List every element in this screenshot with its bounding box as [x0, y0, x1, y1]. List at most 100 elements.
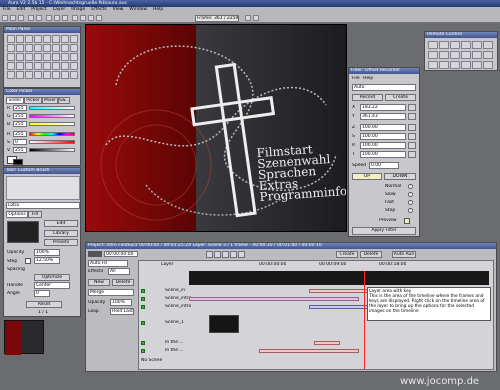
opacity-field[interactable]: 100%: [34, 249, 60, 256]
tab-mixer[interactable]: Mixer: [42, 97, 58, 104]
tool-icon[interactable]: [7, 53, 15, 61]
field-y-arrow-icon[interactable]: [408, 113, 416, 120]
field-s[interactable]: 100.00: [360, 133, 406, 140]
navigator-thumbnail[interactable]: [4, 320, 44, 355]
brush-select[interactable]: Lotia: [6, 202, 80, 209]
remote-control-icon[interactable]: [461, 61, 471, 69]
library-button[interactable]: Library: [44, 230, 78, 237]
remote-control-icon[interactable]: [450, 51, 460, 59]
remote-control-icon[interactable]: [483, 51, 493, 59]
tab-swatches[interactable]: Sw...: [58, 97, 70, 104]
delete-key-button[interactable]: Delete: [360, 251, 382, 258]
field-t[interactable]: 100.00: [360, 151, 406, 158]
layer-name[interactable]: No Scene: [141, 358, 162, 363]
tool-icon[interactable]: [34, 35, 42, 43]
tool-icon[interactable]: [70, 44, 78, 52]
tool-icon[interactable]: [34, 71, 42, 79]
channel-b-slider[interactable]: [29, 122, 75, 126]
tool-icon[interactable]: [34, 62, 42, 70]
paste-icon[interactable]: [62, 15, 68, 21]
filter-menu-file[interactable]: File: [352, 76, 360, 81]
timecode-field[interactable]: 00:00:00:00: [104, 251, 138, 257]
tool-icon[interactable]: [43, 71, 51, 79]
first-frame-icon[interactable]: [72, 15, 78, 21]
field-x-arrow-icon[interactable]: [408, 104, 416, 111]
layer-track-area[interactable]: Layer 00:00:00:00 00:00:09:00 00:00:18:0…: [138, 260, 494, 370]
layer-clip[interactable]: [259, 349, 359, 353]
channel-b-value[interactable]: 255: [13, 121, 27, 127]
remote-control-icon[interactable]: [450, 61, 460, 69]
tool-icon[interactable]: [70, 62, 78, 70]
tool-icon[interactable]: [70, 71, 78, 79]
channel-h-value[interactable]: 255: [13, 131, 27, 137]
tab-options[interactable]: Options: [6, 211, 28, 218]
step-field[interactable]: 12.50%: [34, 257, 60, 264]
tl-play-icon[interactable]: [222, 251, 229, 258]
tab-slider[interactable]: Slider: [6, 97, 24, 104]
layer-clip[interactable]: [189, 297, 359, 301]
tool-icon[interactable]: [52, 35, 60, 43]
tl-opacity-field[interactable]: 100%: [110, 299, 132, 306]
stop-radio[interactable]: [408, 208, 413, 213]
layer-visibility-icon[interactable]: [141, 305, 145, 309]
filter-mode-select[interactable]: Auto: [352, 84, 416, 91]
tool-icon[interactable]: [43, 53, 51, 61]
playhead[interactable]: [364, 271, 365, 369]
new-icon[interactable]: [2, 15, 8, 21]
channel-r-slider[interactable]: [29, 106, 75, 110]
field-r-arrow-icon[interactable]: [408, 142, 416, 149]
channel-v-value[interactable]: 255: [13, 147, 27, 153]
save-icon[interactable]: [18, 15, 24, 21]
tool-icon[interactable]: [70, 35, 78, 43]
field-y[interactable]: 361.43: [360, 113, 406, 120]
channel-r-value[interactable]: 255: [13, 105, 27, 111]
tool-icon[interactable]: [7, 71, 15, 79]
tool-icon[interactable]: [52, 62, 60, 70]
tool-icon[interactable]: [25, 62, 33, 70]
channel-v-slider[interactable]: [29, 148, 75, 152]
open-icon[interactable]: [10, 15, 16, 21]
tool-icon[interactable]: [16, 62, 24, 70]
auto-run-button[interactable]: Auto Run: [392, 251, 416, 258]
remote-control-icon[interactable]: [461, 51, 471, 59]
delete-layer-button[interactable]: Delete: [112, 279, 134, 286]
tool-icon[interactable]: [7, 62, 15, 70]
angle-field[interactable]: 0: [34, 290, 50, 297]
field-z-arrow-icon[interactable]: [408, 124, 416, 131]
tool-icon[interactable]: [61, 35, 69, 43]
tool-icon[interactable]: [16, 44, 24, 52]
undo-icon[interactable]: [28, 15, 34, 21]
speed-field[interactable]: 0.00: [369, 162, 399, 169]
handle-select[interactable]: Center: [34, 282, 70, 289]
create-button[interactable]: Create: [385, 94, 416, 101]
tl-next-icon[interactable]: [230, 251, 237, 258]
remote-control-icon[interactable]: [483, 41, 493, 49]
remote-control-icon[interactable]: [450, 41, 460, 49]
apply-filter-button[interactable]: Apply Filter: [352, 227, 416, 235]
field-s-arrow-icon[interactable]: [408, 133, 416, 140]
tab-fill[interactable]: Fill: [28, 211, 42, 218]
redo-icon[interactable]: [36, 15, 42, 21]
tool-icon[interactable]: [34, 53, 42, 61]
play-icon[interactable]: [80, 15, 86, 21]
tool-icon[interactable]: [43, 62, 51, 70]
layer-clip[interactable]: [309, 305, 369, 309]
stop-icon[interactable]: [88, 15, 94, 21]
layer-visibility-icon[interactable]: [141, 349, 145, 353]
channel-g-slider[interactable]: [29, 114, 75, 118]
layer-clip[interactable]: [314, 341, 340, 345]
tool-icon[interactable]: [52, 44, 60, 52]
last-frame-icon[interactable]: [96, 15, 102, 21]
remote-control-icon[interactable]: [428, 41, 438, 49]
field-x[interactable]: 183.22: [360, 104, 406, 111]
tool-icon[interactable]: [70, 53, 78, 61]
tool-icon[interactable]: [25, 44, 33, 52]
remote-control-icon[interactable]: [428, 61, 438, 69]
remote-control-icon[interactable]: [483, 61, 493, 69]
layer-name[interactable]: Scene_intro: [165, 296, 191, 301]
layer-name[interactable]: Scene_intro: [165, 304, 191, 309]
tool-icon[interactable]: [34, 44, 42, 52]
new-layer-button[interactable]: New: [88, 279, 110, 286]
merge-select[interactable]: Merge: [88, 289, 134, 296]
tl-last-icon[interactable]: [238, 251, 245, 258]
